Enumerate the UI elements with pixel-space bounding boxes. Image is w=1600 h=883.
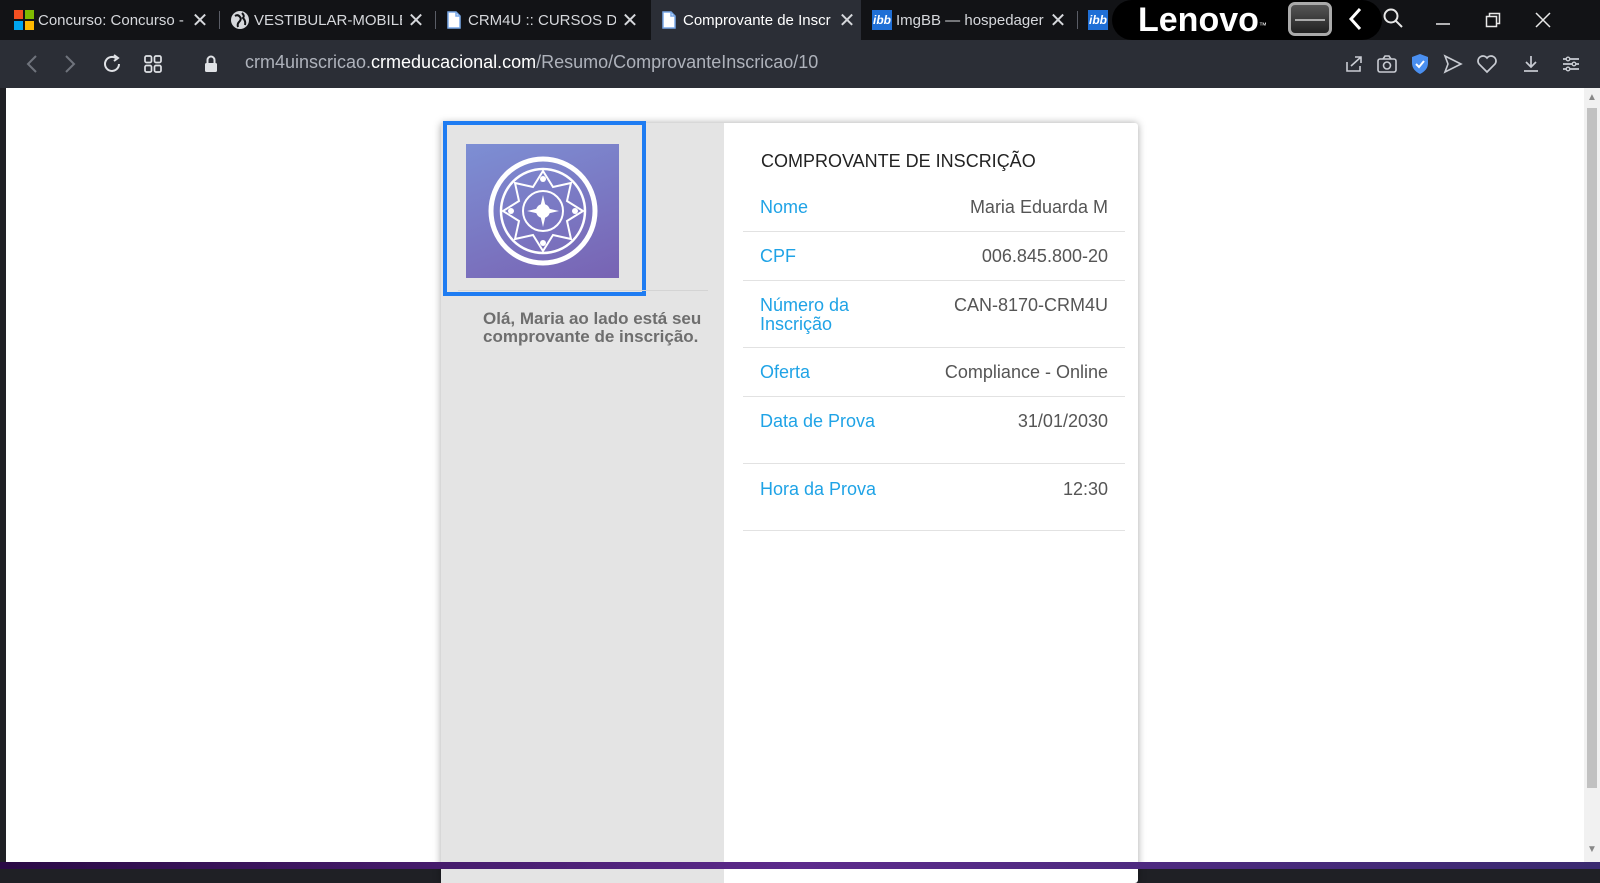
search-icon[interactable] — [1382, 7, 1404, 29]
tab-imgbb[interactable]: ibb ImgBB — hospedager ✕ — [872, 0, 1072, 40]
tab-title: ImgBB — hospedager — [896, 11, 1044, 29]
microsoft-icon — [14, 10, 34, 30]
scroll-up-icon[interactable]: ▲ — [1587, 92, 1597, 103]
send-icon[interactable] — [1441, 52, 1465, 76]
tab-imgbb-2[interactable]: ibb — [1088, 0, 1112, 40]
lenovo-logo: Lenovo — [1138, 0, 1259, 39]
url-path: /Resumo/ComprovanteInscricao/10 — [536, 52, 819, 72]
field-value: CAN-8170-CRM4U — [953, 295, 1108, 315]
field-value: 006.845.800-20 — [981, 246, 1108, 266]
tab-comprovante[interactable]: Comprovante de Inscr ✕ — [651, 0, 861, 40]
imgbb-icon: ibb — [872, 10, 892, 30]
divider — [458, 290, 708, 291]
tab-vestibular[interactable]: VESTIBULAR-MOBILE ✕ — [230, 0, 430, 40]
close-icon[interactable]: ✕ — [1044, 8, 1072, 33]
taskbar-edge — [0, 862, 1600, 869]
globe-icon — [231, 11, 249, 29]
shield-icon[interactable] — [1408, 52, 1432, 76]
field-value: 12:30 — [1062, 479, 1108, 499]
minimize-button[interactable] — [1418, 0, 1468, 40]
document-icon — [447, 11, 461, 29]
forward-icon[interactable] — [58, 52, 82, 76]
field-label: Número da Inscrição — [760, 295, 850, 334]
close-window-button[interactable] — [1518, 0, 1568, 40]
settings-menu-icon[interactable] — [1559, 52, 1583, 76]
field-row-data-prova: Data de Prova 31/01/2030 — [743, 412, 1125, 464]
heart-icon[interactable] — [1475, 52, 1499, 76]
scroll-down-icon[interactable]: ▼ — [1587, 844, 1597, 855]
field-label: Oferta — [760, 362, 811, 382]
scrollbar-thumb[interactable] — [1587, 108, 1597, 788]
close-icon[interactable]: ✕ — [186, 8, 214, 33]
field-label: Nome — [760, 197, 809, 217]
lenovo-overlay: Lenovo ™ — [1112, 0, 1382, 40]
restore-button[interactable] — [1468, 0, 1518, 40]
field-row-oferta: Oferta Compliance - Online — [743, 363, 1125, 397]
download-icon[interactable] — [1519, 52, 1543, 76]
field-value: Maria Eduarda M — [969, 197, 1108, 217]
tab-separator — [435, 11, 436, 29]
address-bar: crm4uinscricao.crmeducacional.com/Resumo… — [0, 40, 1600, 88]
field-label: CPF — [760, 246, 796, 266]
tab-crm4u[interactable]: CRM4U :: CURSOS DE ✕ — [444, 0, 644, 40]
scrollbar[interactable]: ▲ ▼ — [1584, 88, 1600, 862]
tab-bar: Concurso: Concurso - ✕ VESTIBULAR-MOBILE… — [0, 0, 1600, 40]
tab-concurso[interactable]: Concurso: Concurso - ✕ — [14, 0, 214, 40]
field-row-cpf: CPF 006.845.800-20 — [743, 247, 1125, 281]
url-prefix: crm4uinscricao. — [245, 52, 372, 72]
tab-title: VESTIBULAR-MOBILE — [254, 11, 402, 29]
reload-icon[interactable] — [100, 52, 124, 76]
field-row-nome: Nome Maria Eduarda M — [743, 198, 1125, 232]
camera-icon[interactable] — [1375, 52, 1399, 76]
field-value: Compliance - Online — [944, 362, 1108, 382]
tab-separator — [219, 11, 220, 29]
page-title: COMPROVANTE DE INSCRIÇÃO — [761, 151, 1036, 171]
close-icon[interactable]: ✕ — [833, 8, 861, 33]
greeting-text: Olá, Maria ao lado está seu comprovante … — [483, 309, 702, 346]
field-label: Data de Prova — [760, 411, 876, 431]
camera-overlay-icon[interactable] — [1288, 2, 1332, 36]
lock-icon[interactable] — [199, 52, 223, 76]
tab-title: Comprovante de Inscr — [683, 11, 831, 29]
tab-title: Concurso: Concurso - — [38, 11, 184, 29]
field-row-hora-prova: Hora da Prova 12:30 — [743, 480, 1125, 531]
close-icon[interactable]: ✕ — [616, 8, 644, 33]
share-icon[interactable] — [1342, 52, 1366, 76]
close-icon[interactable]: ✕ — [402, 8, 430, 33]
field-value: 31/01/2030 — [1017, 411, 1108, 431]
tab-separator — [1077, 11, 1078, 29]
grid-icon[interactable] — [141, 52, 165, 76]
tab-title: CRM4U :: CURSOS DE — [468, 11, 616, 29]
field-label: Hora da Prova — [760, 479, 877, 499]
imgbb-icon: ibb — [1088, 10, 1108, 30]
url-domain: crmeducacional.com — [371, 52, 537, 72]
field-row-numero-inscricao: Número da Inscrição CAN-8170-CRM4U — [743, 296, 1125, 348]
back-icon[interactable] — [20, 52, 44, 76]
chevron-left-icon[interactable] — [1346, 6, 1364, 39]
url-field[interactable]: crm4uinscricao.crmeducacional.com/Resumo… — [245, 52, 818, 73]
document-icon — [662, 11, 676, 29]
logo-selection-frame — [443, 121, 646, 296]
trademark-mark: ™ — [1258, 21, 1267, 30]
